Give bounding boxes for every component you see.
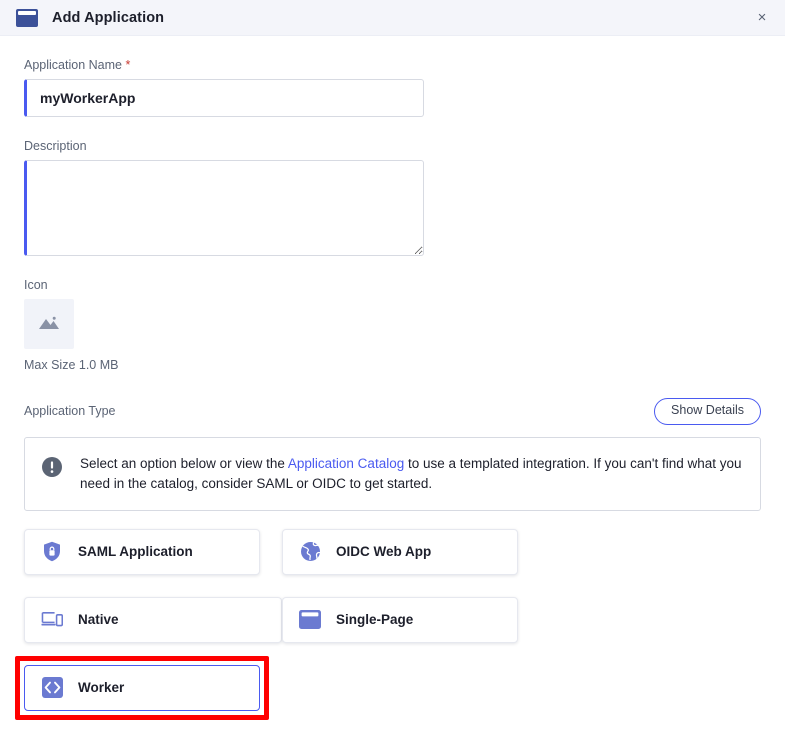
option-label: Single-Page xyxy=(336,612,414,628)
show-details-button[interactable]: Show Details xyxy=(654,398,761,425)
application-type-header: Application Type Show Details xyxy=(24,398,761,425)
exclamation-circle-icon xyxy=(41,456,63,483)
option-card-saml-application[interactable]: SAML Application xyxy=(24,528,260,575)
callout-text-before: Select an option below or view the xyxy=(80,455,288,471)
option-card-oidc-web-app[interactable]: OIDC Web App xyxy=(282,528,518,575)
option-label: OIDC Web App xyxy=(336,544,432,560)
application-name-label-text: Application Name xyxy=(24,58,122,72)
application-catalog-link[interactable]: Application Catalog xyxy=(288,456,404,471)
devices-icon xyxy=(41,609,63,631)
icon-upload-dropzone[interactable] xyxy=(24,299,74,349)
globe-icon xyxy=(299,541,321,563)
option-label: Worker xyxy=(78,680,125,696)
application-name-label: Application Name * xyxy=(24,58,761,72)
required-marker: * xyxy=(125,58,131,72)
icon-max-size-text: Max Size 1.0 MB xyxy=(24,358,119,372)
option-card-native[interactable]: Native xyxy=(24,596,282,643)
option-label: Native xyxy=(78,612,119,628)
option-cell-worker: Worker xyxy=(15,655,282,733)
close-icon[interactable]: × xyxy=(751,7,773,29)
icon-group: Icon Max Size 1.0 MB xyxy=(24,278,761,372)
shield-lock-icon xyxy=(41,541,63,563)
page-title: Add Application xyxy=(52,9,165,26)
info-callout-text: Select an option below or view the Appli… xyxy=(80,454,742,494)
description-label: Description xyxy=(24,139,87,153)
modal-body: Application Name * Description Icon Max … xyxy=(0,36,785,733)
application-name-input[interactable] xyxy=(24,79,424,117)
option-cell-oidc: OIDC Web App xyxy=(282,528,540,597)
icon-label: Icon xyxy=(24,278,48,292)
description-textarea[interactable] xyxy=(24,160,424,256)
modal-header: Add Application × xyxy=(0,0,785,36)
browser-window-icon xyxy=(16,8,38,27)
code-brackets-icon xyxy=(41,677,63,699)
description-group: Description xyxy=(24,139,761,256)
image-placeholder-icon xyxy=(37,313,61,336)
application-type-options: SAML Application OIDC Web App Native Sin… xyxy=(15,528,761,733)
info-callout: Select an option below or view the Appli… xyxy=(24,436,761,511)
option-card-worker[interactable]: Worker xyxy=(24,664,260,711)
browser-window-icon xyxy=(299,609,321,631)
option-label: SAML Application xyxy=(78,544,193,560)
option-cell-single-page: Single-Page xyxy=(282,596,540,665)
application-name-group: Application Name * xyxy=(24,58,761,117)
option-card-single-page[interactable]: Single-Page xyxy=(282,596,518,643)
option-cell-saml: SAML Application xyxy=(24,528,282,597)
option-cell-native: Native xyxy=(24,596,282,665)
application-type-label: Application Type xyxy=(24,404,116,419)
